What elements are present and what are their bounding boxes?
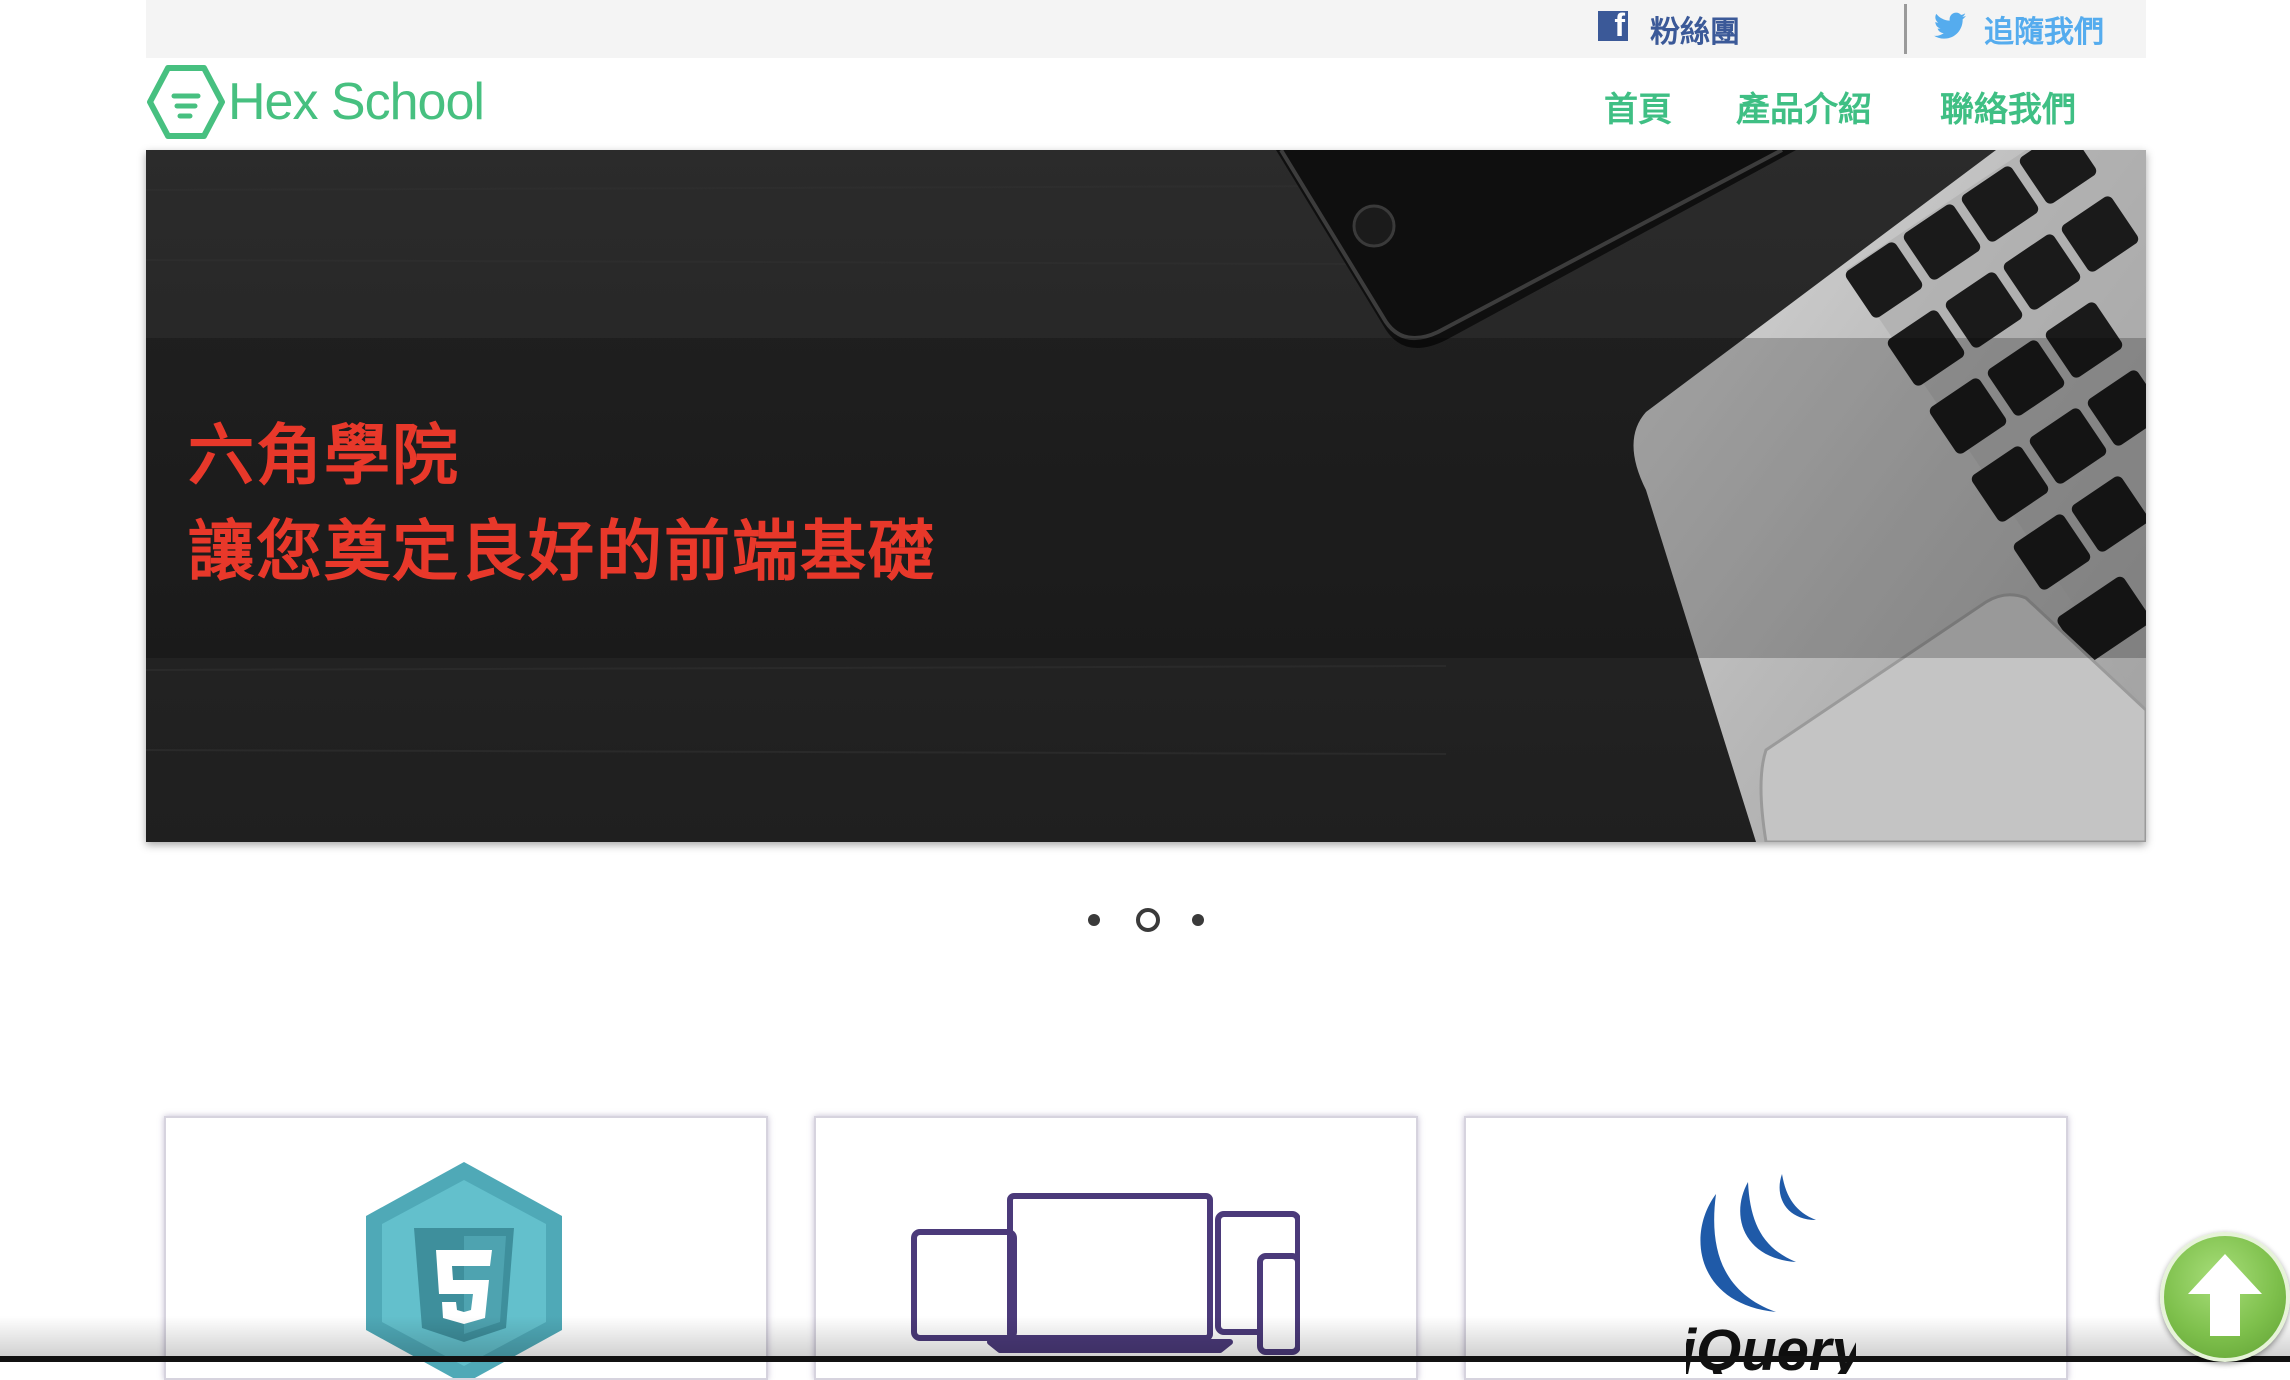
facebook-icon: f: [1598, 11, 1628, 41]
carousel-dot-2[interactable]: [1136, 908, 1160, 932]
nav-products[interactable]: 產品介紹: [1736, 82, 1872, 131]
twitter-icon: [1934, 12, 1966, 39]
hexagon-logo-icon: [147, 65, 225, 139]
banner-line-2: 讓您奠定良好的前端基礎: [188, 513, 936, 590]
carousel-dot-1[interactable]: [1088, 914, 1100, 926]
facebook-link[interactable]: f 粉絲團: [1598, 0, 1740, 58]
viewport-bottom-edge: [0, 1316, 2290, 1362]
brand-logo[interactable]: Hex School: [146, 64, 485, 140]
banner-line-1: 六角學院: [188, 417, 460, 494]
banner-headline: 六角學院 讓您奠定良好的前端基礎: [188, 408, 936, 600]
back-to-top-button[interactable]: [2160, 1232, 2290, 1362]
twitter-label: 追隨我們: [1984, 15, 2104, 50]
social-divider: [1904, 4, 1907, 54]
nav-contact[interactable]: 聯絡我們: [1940, 82, 2076, 131]
brand-name: Hex School: [228, 73, 485, 131]
carousel-dot-3[interactable]: [1192, 914, 1204, 926]
twitter-link[interactable]: 追隨我們: [1934, 0, 2104, 58]
nav-home[interactable]: 首頁: [1604, 82, 1672, 131]
arrow-up-icon: [2188, 1254, 2262, 1336]
hero-banner[interactable]: 六角學院 讓您奠定良好的前端基礎: [146, 150, 2146, 842]
social-bar: [146, 0, 2146, 58]
facebook-label: 粉絲團: [1650, 15, 1740, 50]
